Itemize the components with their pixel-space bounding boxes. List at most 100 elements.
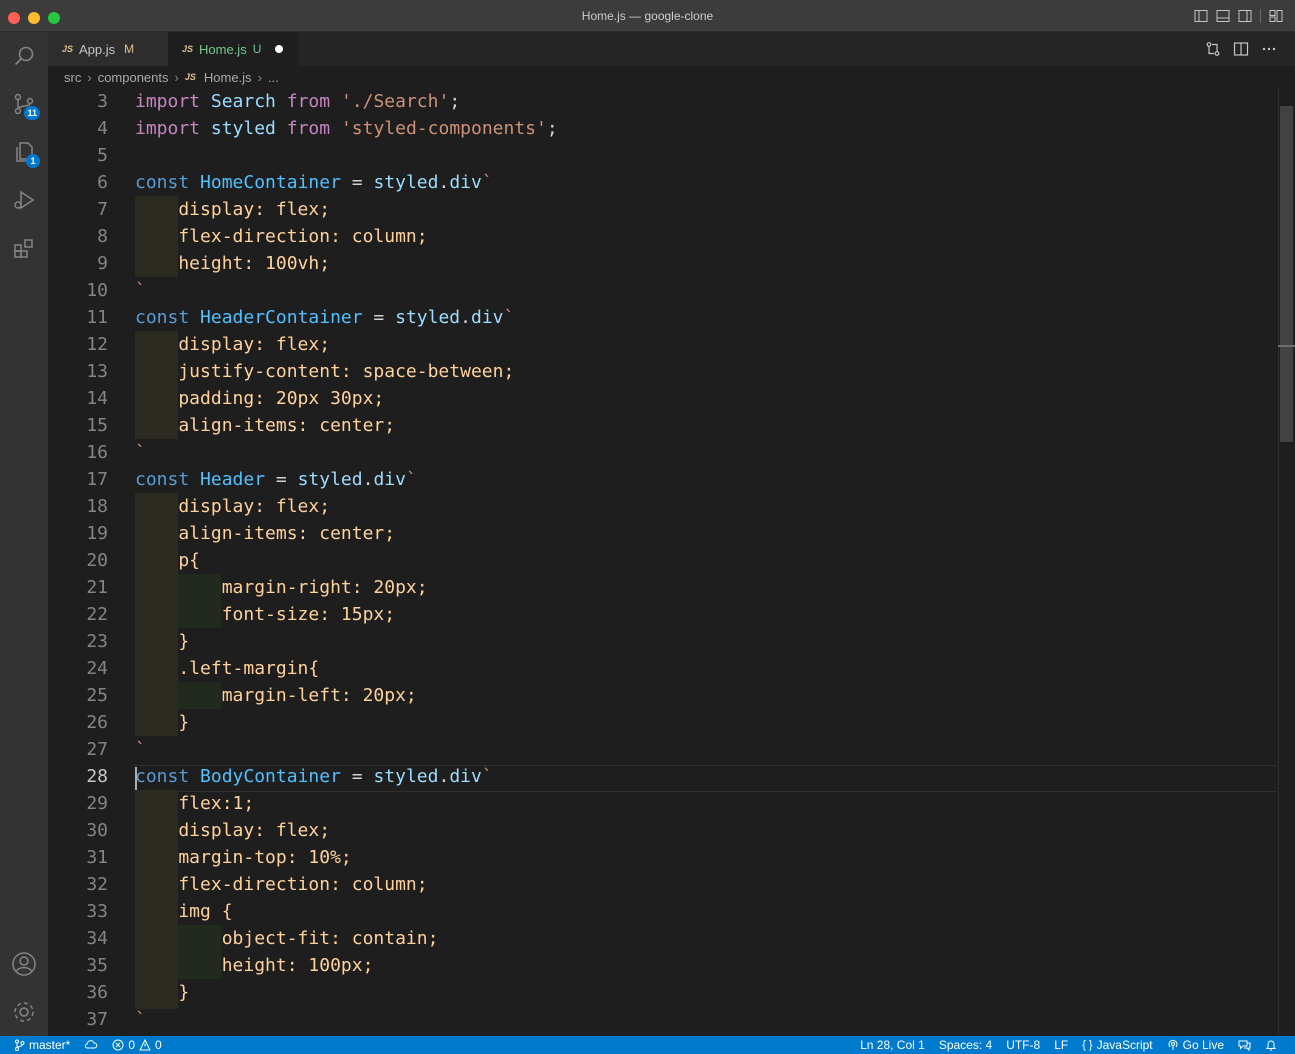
code-line: img { xyxy=(135,901,233,922)
code-line: align-items: center; xyxy=(135,415,396,436)
line-number: 6 xyxy=(97,172,108,193)
code-line: display: flex; xyxy=(135,334,331,355)
window-title: Home.js — google-clone xyxy=(581,9,714,23)
tab-app-js[interactable]: JS App.js M xyxy=(48,32,168,66)
chevron-right-icon: › xyxy=(87,69,92,85)
line-number: 12 xyxy=(86,334,108,355)
run-debug-icon xyxy=(14,190,35,210)
code-content[interactable]: import Search from './Search'; import st… xyxy=(135,88,1275,1036)
line-number: 4 xyxy=(97,118,108,139)
code-line: flex:1; xyxy=(135,793,255,814)
code-line: const Header = styled.div` xyxy=(135,469,417,490)
layout-separator xyxy=(1260,9,1261,23)
activity-manage[interactable] xyxy=(0,988,48,1036)
status-bar: master* 0 0 Ln 28, Col 1 Spaces: 4 UTF-8… xyxy=(0,1036,1295,1054)
more-actions-icon[interactable] xyxy=(1261,41,1277,57)
sync-button[interactable] xyxy=(84,1039,98,1051)
notifications-button[interactable] xyxy=(1265,1039,1277,1051)
line-number: 30 xyxy=(86,820,108,841)
code-line: font-size: 15px; xyxy=(135,604,396,625)
explorer-badge: 1 xyxy=(26,154,40,168)
text-cursor xyxy=(135,767,137,790)
error-icon xyxy=(112,1039,124,1051)
breadcrumb-item-src[interactable]: src xyxy=(64,70,81,85)
editor-tab-bar: JS App.js M JS Home.js U xyxy=(48,32,1295,66)
code-line: ` xyxy=(135,1009,146,1030)
extensions-icon xyxy=(14,239,33,258)
tab-label: Home.js xyxy=(199,41,247,57)
code-line: display: flex; xyxy=(135,820,331,841)
scrollbar-thumb[interactable] xyxy=(1280,106,1293,442)
toggle-panel-icon[interactable] xyxy=(1216,9,1230,23)
line-number: 34 xyxy=(86,928,108,949)
gear-icon xyxy=(14,1002,34,1022)
unsaved-changes-dot-icon[interactable] xyxy=(275,45,284,53)
split-editor-icon[interactable] xyxy=(1233,41,1249,57)
line-number: 13 xyxy=(86,361,108,382)
toggle-primary-sidebar-icon[interactable] xyxy=(1194,9,1208,23)
code-line: justify-content: space-between; xyxy=(135,361,515,382)
code-line: margin-top: 10%; xyxy=(135,847,352,868)
warning-count: 0 xyxy=(155,1038,162,1052)
end-of-line[interactable]: LF xyxy=(1054,1038,1068,1052)
breadcrumb-item-symbols[interactable]: ... xyxy=(268,70,279,85)
activity-run-debug[interactable] xyxy=(0,176,48,224)
chevron-right-icon: › xyxy=(257,69,262,85)
go-live-button[interactable]: Go Live xyxy=(1167,1038,1224,1052)
javascript-file-icon: JS xyxy=(182,44,194,54)
warning-icon xyxy=(139,1039,151,1051)
indentation[interactable]: Spaces: 4 xyxy=(939,1038,992,1052)
tab-git-status: U xyxy=(252,42,262,56)
activity-accounts[interactable] xyxy=(0,940,48,988)
line-number: 11 xyxy=(86,307,108,328)
line-number: 10 xyxy=(86,280,108,301)
branch-indicator[interactable]: master* xyxy=(14,1038,70,1052)
open-changes-icon[interactable] xyxy=(1205,41,1221,57)
toggle-secondary-sidebar-icon[interactable] xyxy=(1238,9,1252,23)
broadcast-icon xyxy=(1168,1039,1178,1050)
problems-indicator[interactable]: 0 0 xyxy=(112,1038,162,1052)
line-number: 25 xyxy=(86,685,108,706)
javascript-file-icon: JS xyxy=(184,72,196,82)
code-editor[interactable]: 3 4 5 6 7 8 9 10 11 12 13 14 15 16 17 18 19 20 21 22 23 24 25 2… xyxy=(48,88,1295,1036)
activity-source-control[interactable]: 11 xyxy=(0,80,48,128)
code-line: const HomeContainer = styled.div` xyxy=(135,172,493,193)
cursor-position[interactable]: Ln 28, Col 1 xyxy=(860,1038,925,1052)
line-number: 32 xyxy=(86,874,108,895)
activity-search[interactable] xyxy=(0,32,48,80)
code-line: } xyxy=(135,631,190,652)
breadcrumb: src › components › JS Home.js › ... xyxy=(48,66,1295,88)
code-line: } xyxy=(135,982,190,1003)
line-number: 24 xyxy=(86,658,108,679)
line-number: 18 xyxy=(86,496,108,517)
line-number: 17 xyxy=(86,469,108,490)
activity-explorer[interactable]: 1 xyxy=(0,128,48,176)
code-line: ` xyxy=(135,442,146,463)
language-label: JavaScript xyxy=(1096,1038,1153,1052)
code-line: display: flex; xyxy=(135,496,331,517)
line-number: 36 xyxy=(86,982,108,1003)
line-number: 37 xyxy=(86,1009,108,1030)
title-bar: Home.js — google-clone xyxy=(0,0,1295,32)
encoding[interactable]: UTF-8 xyxy=(1006,1038,1040,1052)
language-mode[interactable]: { } JavaScript xyxy=(1082,1038,1152,1052)
feedback-button[interactable] xyxy=(1238,1039,1251,1051)
line-number-gutter: 3 4 5 6 7 8 9 10 11 12 13 14 15 16 17 18 19 20 21 22 23 24 25 2… xyxy=(48,88,118,1036)
line-number: 33 xyxy=(86,901,108,922)
line-number: 26 xyxy=(86,712,108,733)
editor-actions xyxy=(1205,41,1277,57)
line-number: 31 xyxy=(86,847,108,868)
error-count: 0 xyxy=(128,1038,136,1052)
customize-layout-icon[interactable] xyxy=(1269,9,1283,23)
tab-home-js[interactable]: JS Home.js U xyxy=(168,32,298,66)
activity-extensions[interactable] xyxy=(0,224,48,272)
code-line: p{ xyxy=(135,550,201,571)
vertical-scrollbar[interactable] xyxy=(1278,88,1295,1036)
account-icon xyxy=(12,952,36,976)
breadcrumb-item-components[interactable]: components xyxy=(98,70,169,85)
code-line: const BodyContainer = styled.div` xyxy=(135,766,493,787)
code-line: ` xyxy=(135,280,146,301)
breadcrumb-item-file[interactable]: Home.js xyxy=(204,70,252,85)
line-number: 35 xyxy=(86,955,108,976)
code-line: ` xyxy=(135,739,146,760)
